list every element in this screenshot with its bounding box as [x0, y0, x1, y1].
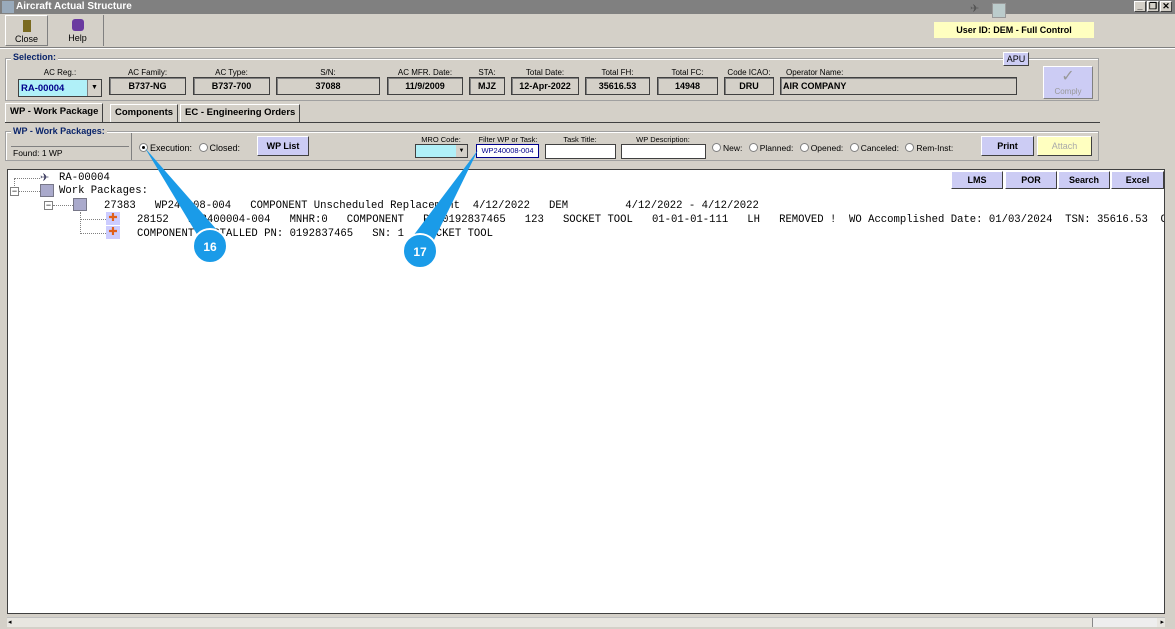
callout-16-pointer	[145, 148, 224, 238]
callout-17-pointer	[410, 150, 478, 244]
callout-16-label: 16	[203, 240, 217, 254]
callout-overlay: 16 17	[145, 148, 478, 269]
callout-17-label: 17	[413, 245, 427, 259]
